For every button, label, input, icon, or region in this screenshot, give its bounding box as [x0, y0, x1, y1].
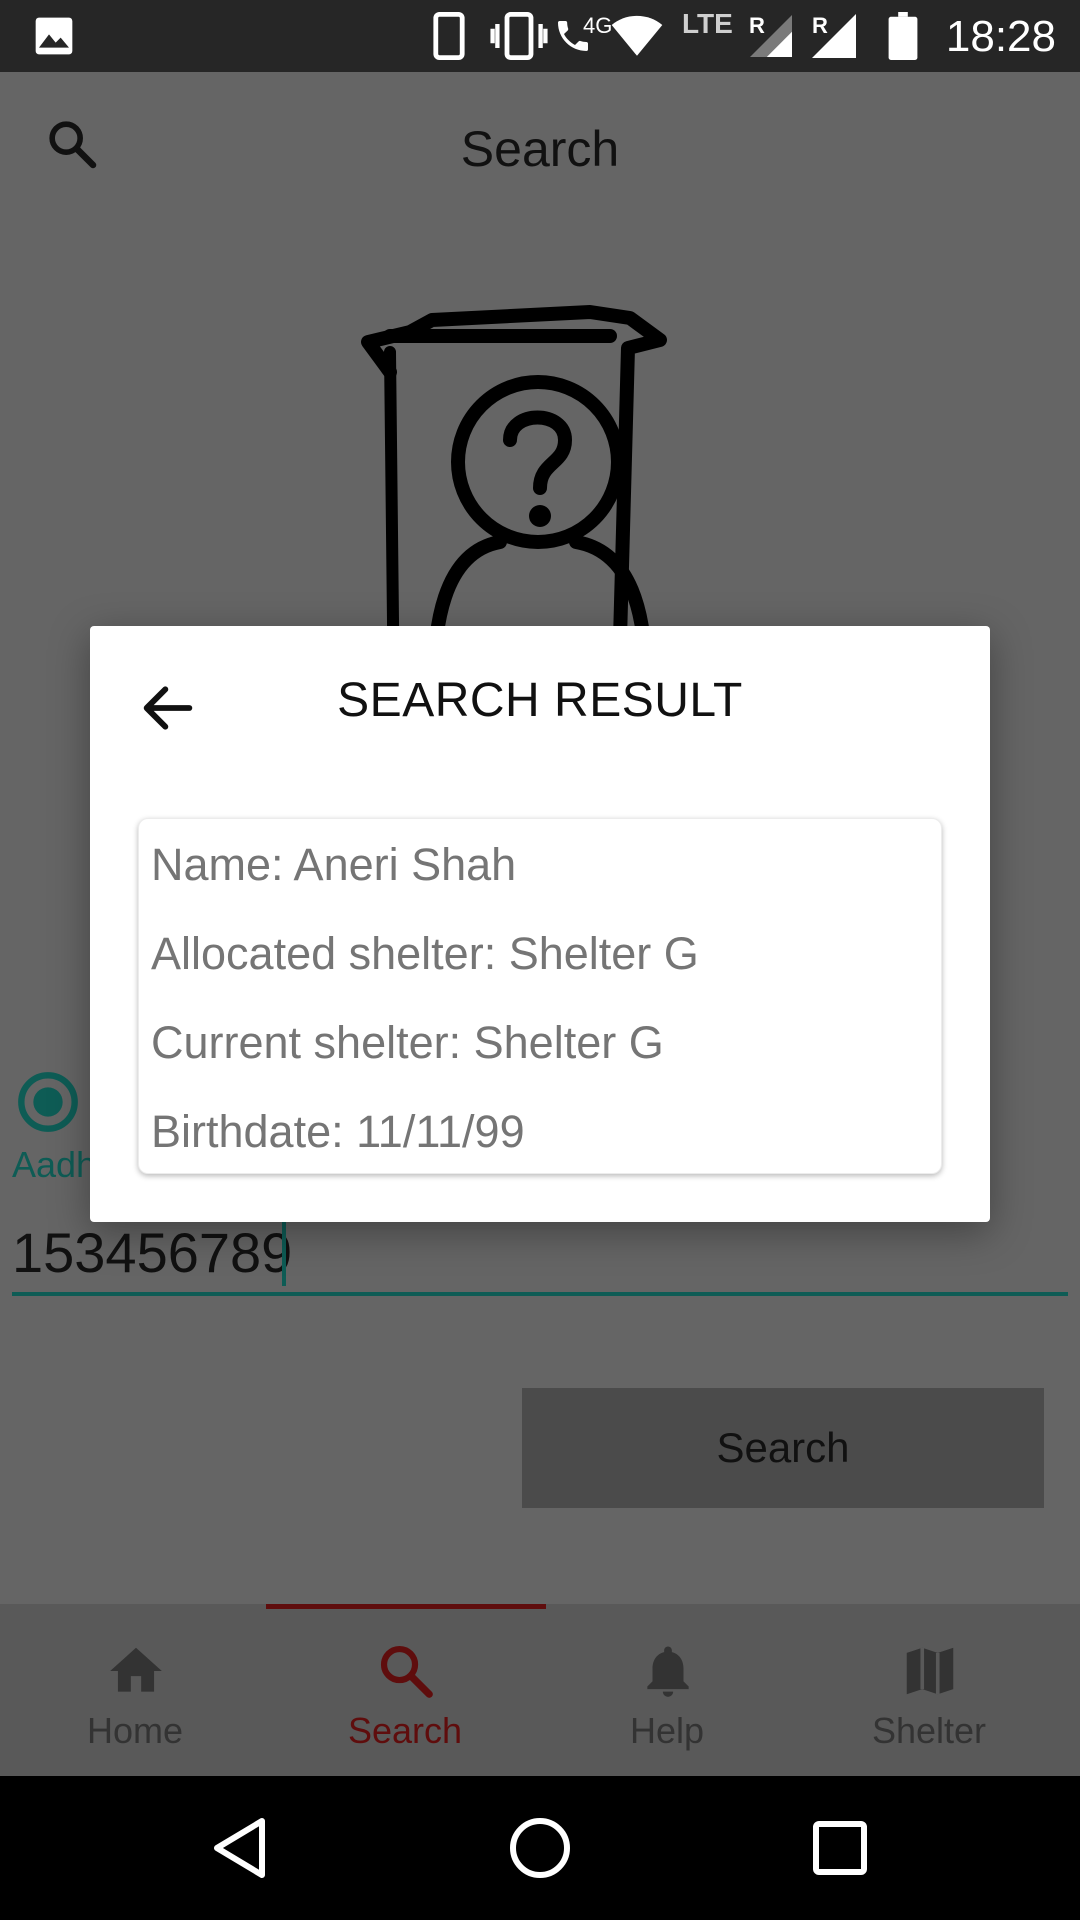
nav-label: Search — [347, 1710, 463, 1751]
search-icon — [375, 1640, 437, 1702]
network-type-label: 4G — [583, 13, 613, 38]
page-title: Search — [460, 121, 620, 177]
result-card: Name: Aneri Shah Allocated shelter: Shel… — [138, 818, 942, 1174]
vibrate-icon — [490, 0, 548, 72]
back-icon[interactable] — [205, 1812, 277, 1884]
battery-icon — [888, 0, 918, 72]
search-button[interactable]: Search — [522, 1388, 1044, 1508]
result-name: Name: Aneri Shah — [151, 839, 517, 890]
signal-icon — [812, 0, 856, 72]
nav-label: Shelter — [871, 1710, 987, 1751]
status-time: 18:28 — [945, 12, 1056, 61]
radio-label: Aadh — [12, 1144, 97, 1185]
nav-item-shelter[interactable]: Shelter — [794, 1604, 1064, 1776]
status-bar: 4G LTE R R 18:28 — [0, 0, 1080, 72]
wifi-icon — [610, 0, 664, 72]
bell-icon — [637, 1640, 699, 1702]
search-result-dialog: SEARCH RESULT Name: Aneri Shah Allocated… — [90, 626, 990, 1222]
nav-item-help[interactable]: Help — [532, 1604, 802, 1776]
signal-icon — [750, 0, 792, 72]
dialog-title: SEARCH RESULT — [337, 674, 743, 727]
result-allocated-shelter: Allocated shelter: Shelter G — [151, 928, 699, 979]
home-button-icon[interactable] — [504, 1812, 576, 1884]
lte-label: LTE — [682, 8, 733, 39]
aadhar-radio[interactable] — [16, 1070, 80, 1134]
gallery-icon — [34, 0, 74, 72]
text-cursor — [282, 1222, 286, 1286]
recents-icon[interactable] — [804, 1812, 876, 1884]
bottom-navigation: Home Search Help Shelter — [0, 1604, 1080, 1776]
nav-label: Help — [629, 1710, 705, 1751]
aadhar-input[interactable] — [12, 1212, 1068, 1296]
map-icon — [899, 1640, 961, 1702]
result-current-shelter: Current shelter: Shelter G — [151, 1017, 664, 1068]
nav-label: Home — [86, 1710, 184, 1751]
system-nav-bar — [0, 1776, 1080, 1920]
result-birthdate: Birthdate: 11/11/99 — [151, 1106, 525, 1157]
phone-device-icon — [432, 0, 466, 72]
home-icon — [105, 1640, 167, 1702]
nav-item-search[interactable]: Search — [270, 1604, 540, 1776]
nav-item-home[interactable]: Home — [0, 1604, 270, 1776]
